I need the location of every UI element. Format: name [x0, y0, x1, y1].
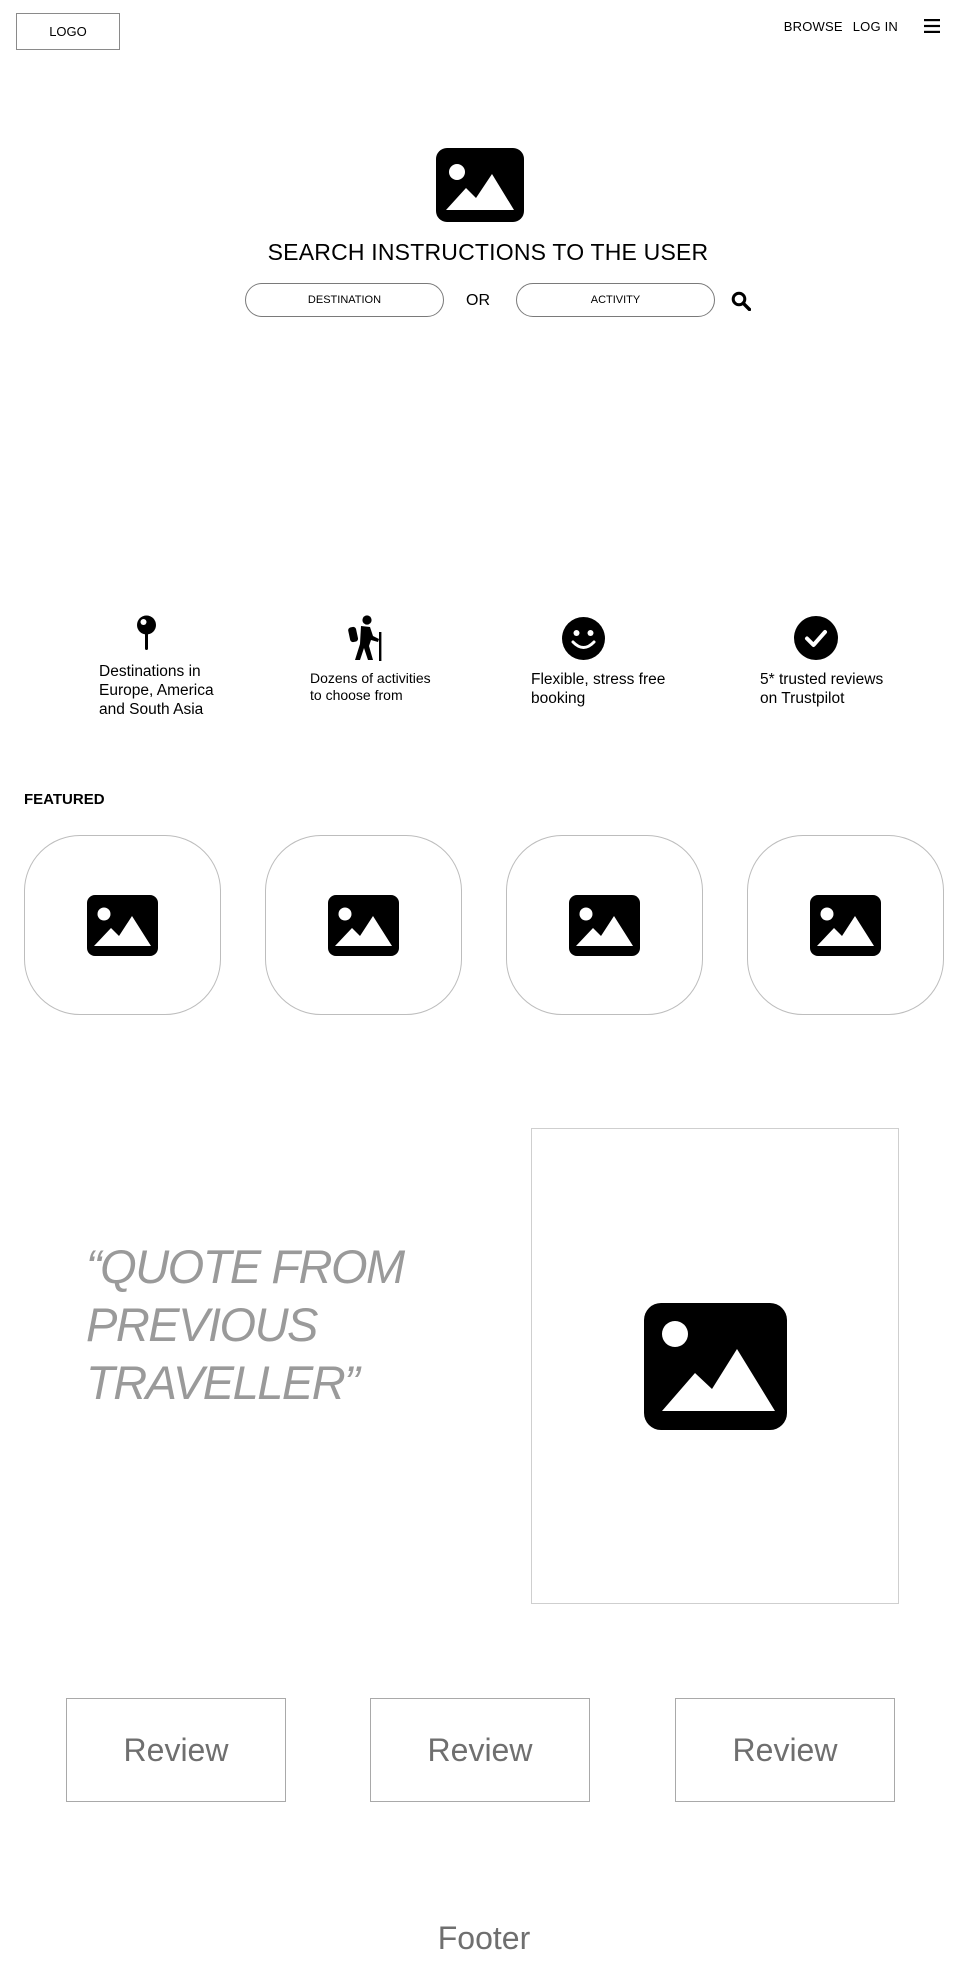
- nav-login-link[interactable]: LOG IN: [853, 19, 898, 34]
- traveller-quote: “QUOTE FROM PREVIOUS TRAVELLER”: [86, 1240, 405, 1409]
- or-label: OR: [466, 292, 490, 309]
- review-box[interactable]: Review: [370, 1698, 590, 1802]
- featured-card[interactable]: [747, 835, 944, 1015]
- featured-card[interactable]: [24, 835, 221, 1015]
- image-placeholder-icon: [643, 1302, 787, 1430]
- map-pin-icon: [137, 615, 156, 650]
- footer: Footer: [437, 1920, 531, 1956]
- hiker-icon: [348, 615, 382, 661]
- search-instructions-title: SEARCH INSTRUCTIONS TO THE USER: [267, 239, 709, 265]
- featured-card[interactable]: [506, 835, 703, 1015]
- feature-booking-text: Flexible, stress free booking: [531, 671, 666, 707]
- image-placeholder-icon: [328, 894, 399, 956]
- testimonial-image-frame: [531, 1128, 899, 1604]
- image-placeholder-icon: [810, 894, 881, 956]
- logo[interactable]: LOGO: [16, 13, 120, 50]
- feature-destinations-text: Destinations in Europe, America and Sout…: [99, 663, 214, 718]
- nav-browse-link[interactable]: BROWSE: [784, 19, 843, 34]
- hamburger-menu-icon[interactable]: [924, 19, 940, 33]
- feature-activities-text: Dozens of activities to choose from: [310, 670, 431, 703]
- smiley-icon: [562, 617, 605, 660]
- image-placeholder-icon: [436, 148, 524, 222]
- activity-input[interactable]: ACTIVITY: [516, 283, 715, 317]
- search-icon[interactable]: [731, 291, 751, 311]
- image-placeholder-icon: [569, 894, 640, 956]
- check-circle-icon: [794, 616, 838, 660]
- review-box[interactable]: Review: [675, 1698, 895, 1802]
- featured-heading: FEATURED: [24, 791, 105, 808]
- image-placeholder-icon: [87, 894, 158, 956]
- destination-input[interactable]: DESTINATION: [245, 283, 444, 317]
- review-box[interactable]: Review: [66, 1698, 286, 1802]
- feature-reviews-text: 5* trusted reviews on Trustpilot: [760, 671, 884, 707]
- top-nav: BROWSE LOG IN: [784, 16, 940, 36]
- featured-card[interactable]: [265, 835, 462, 1015]
